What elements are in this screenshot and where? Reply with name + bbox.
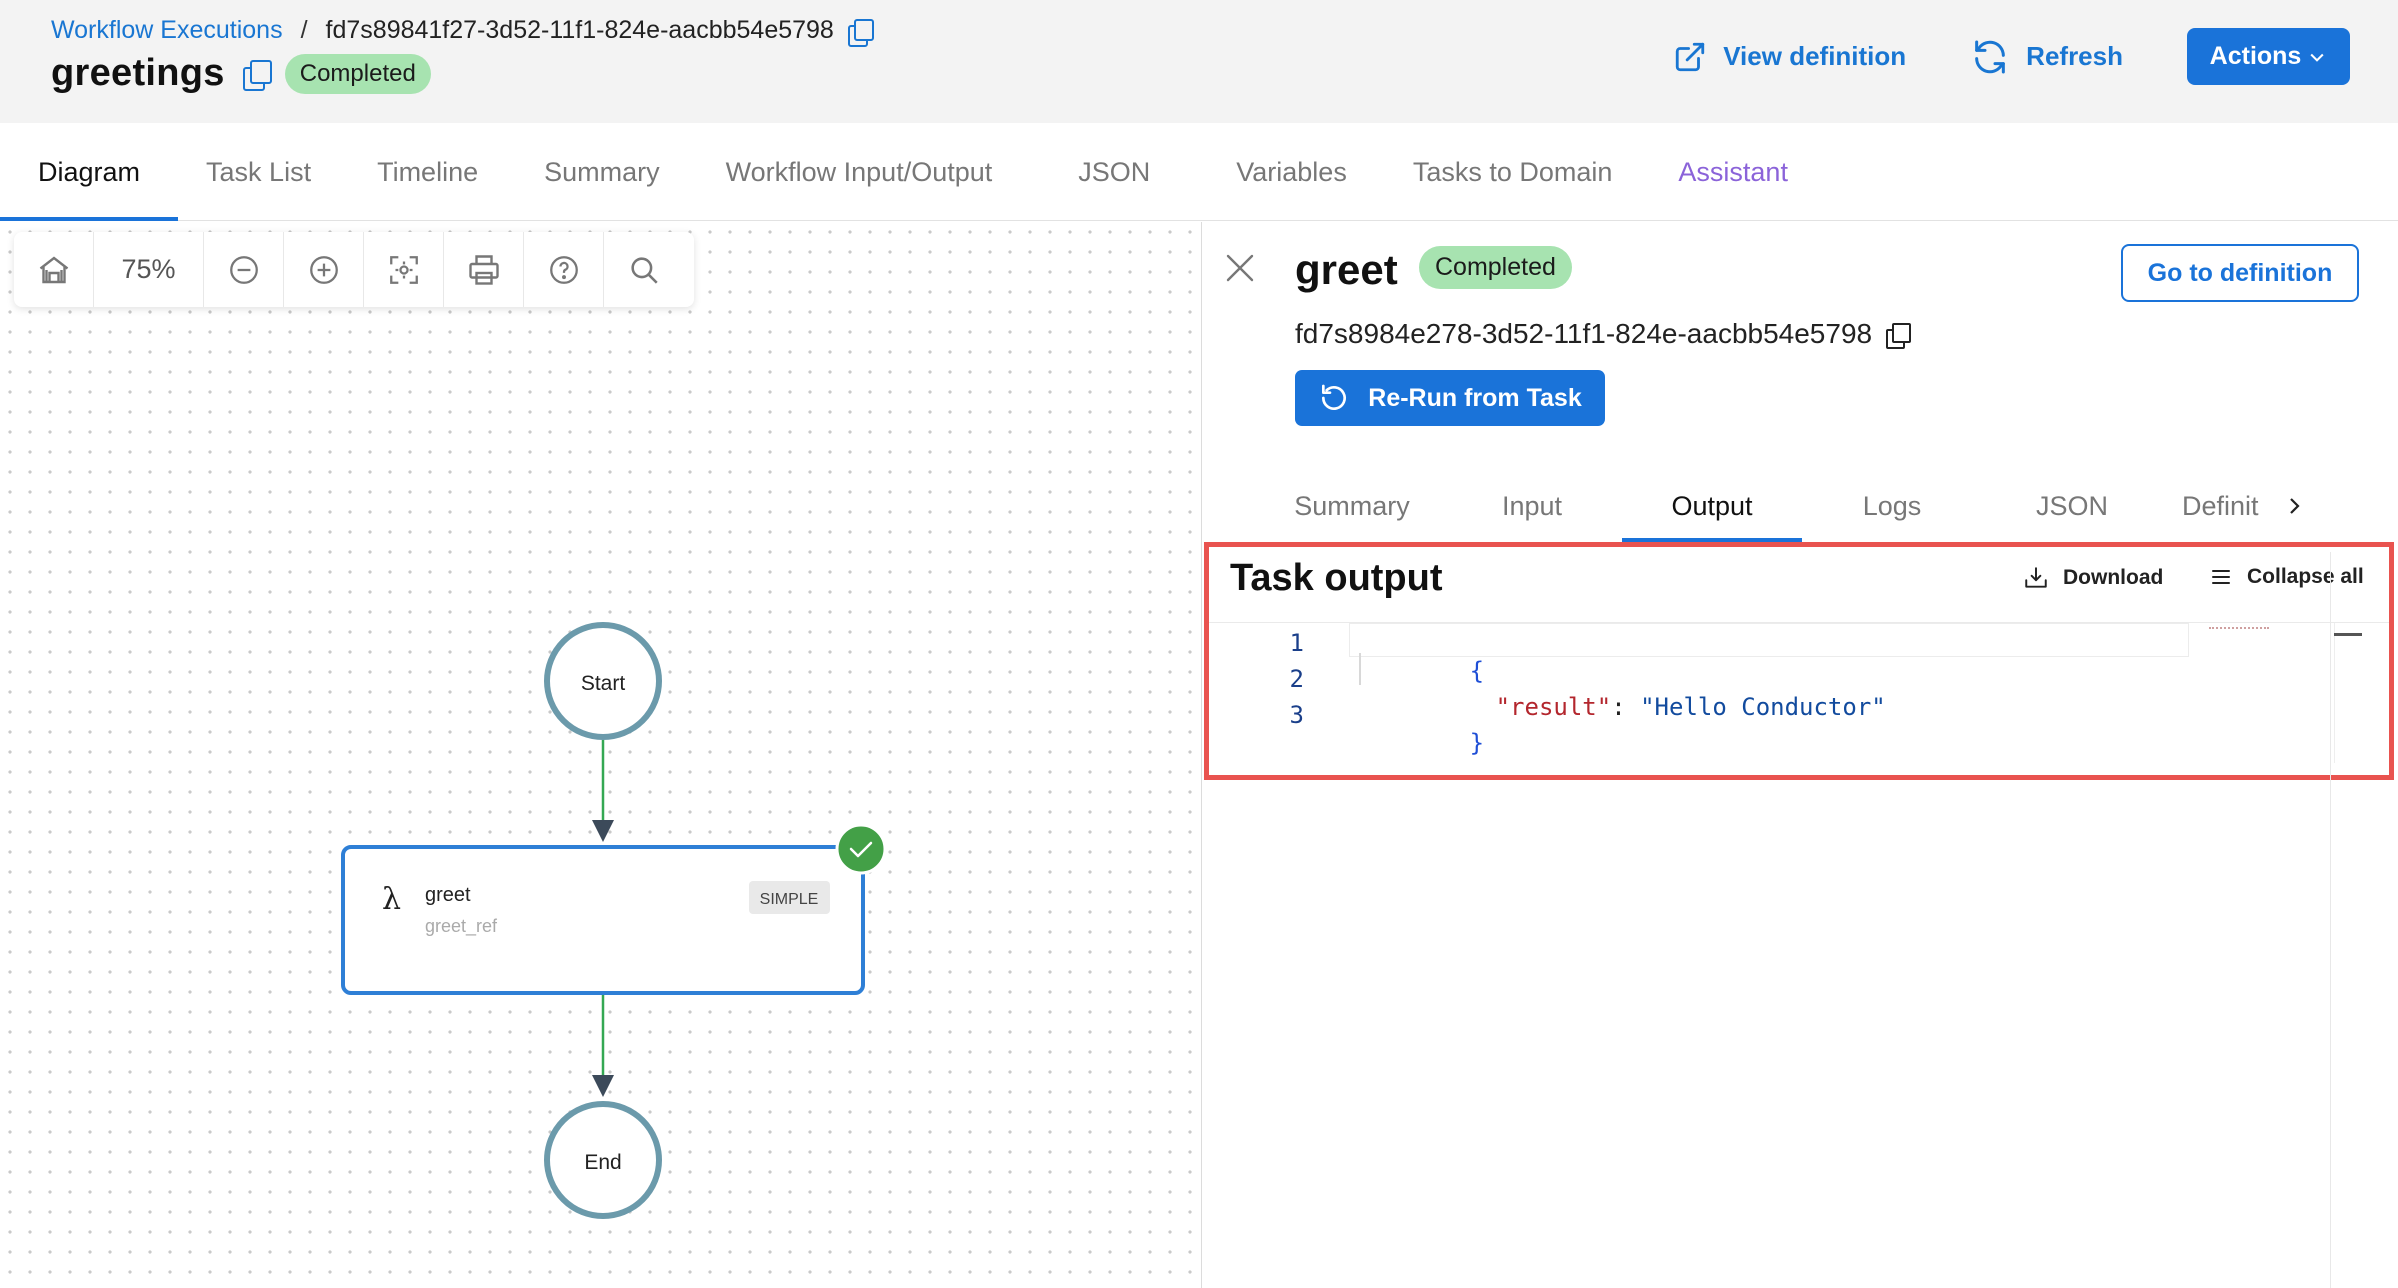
line-number: 3	[1289, 701, 1304, 729]
external-link-icon	[1676, 42, 1705, 71]
breadcrumb: Workflow Executions / fd7s89841f27-3d52-…	[51, 16, 874, 47]
view-definition-label: View definition	[1723, 41, 1907, 71]
download-button[interactable]: Download	[2023, 565, 2163, 591]
tab-timeline[interactable]: Timeline	[377, 123, 478, 221]
go-to-definition-button[interactable]: Go to definition	[2121, 244, 2359, 302]
page-header: Workflow Executions / fd7s89841f27-3d52-…	[0, 0, 2398, 123]
copy-icon[interactable]	[846, 18, 874, 47]
task-title: greet	[1295, 246, 1398, 293]
task-detail-panel: greet Completed Go to definition fd7s898…	[1201, 222, 2398, 1288]
rerun-from-task-button[interactable]: Re-Run from Task	[1295, 370, 1605, 426]
menu-lines-icon	[2212, 570, 2230, 584]
task-id-row: fd7s8984e278-3d52-11f1-824e-aacbb54e5798	[1295, 318, 1912, 350]
refresh-button[interactable]: Refresh	[1970, 37, 2123, 77]
subtab-summary[interactable]: Summary	[1262, 470, 1442, 542]
code-scrollbar-thumb[interactable]	[2334, 633, 2362, 636]
chevron-down-icon	[2310, 53, 2324, 62]
tab-diagram[interactable]: Diagram	[0, 123, 179, 221]
header-actions: View definition Refresh Actions	[1673, 28, 2350, 85]
task-node-name: greet	[425, 884, 471, 906]
json-colon: :	[1611, 693, 1641, 721]
panel-scrollbar-track[interactable]	[2330, 552, 2331, 1288]
task-detail-tabs: Summary Input Output Logs JSON Definit	[1262, 470, 2372, 542]
task-output-section: Task output Download Collapse all 1 2 3 …	[1204, 542, 2394, 780]
tab-task-list[interactable]: Task List	[206, 123, 311, 221]
check-icon	[835, 823, 887, 875]
status-badge: Completed	[284, 53, 431, 94]
edge-arrow-head	[592, 820, 614, 842]
tab-variables[interactable]: Variables	[1236, 123, 1347, 221]
workflow-graph: Start λ greet greet_ref SIMPLE End	[341, 622, 887, 1219]
copy-icon[interactable]	[1884, 320, 1912, 349]
subtab-logs[interactable]: Logs	[1802, 470, 1982, 542]
task-output-title: Task output	[1230, 557, 1443, 599]
status-badge: Completed	[1419, 246, 1572, 289]
breadcrumb-separator: /	[300, 16, 308, 44]
copy-icon[interactable]	[241, 59, 272, 91]
json-code-viewer[interactable]: 1 2 3 { "result": "Hello Conductor" }	[1209, 622, 2389, 772]
refresh-icon	[1975, 40, 2006, 73]
line-number: 1	[1289, 629, 1304, 657]
tab-json[interactable]: JSON	[1078, 123, 1150, 221]
subtab-definition[interactable]: Definit	[2162, 470, 2274, 542]
view-definition-button[interactable]: View definition	[1673, 40, 1906, 74]
end-node[interactable]: End	[544, 1101, 662, 1219]
diagram-canvas[interactable]: 75% Start λ greet greet_ref SIMPLE End	[0, 222, 1201, 1288]
rerun-icon	[1322, 384, 1347, 410]
subtab-output[interactable]: Output	[1622, 470, 1802, 542]
actions-label: Actions	[2209, 42, 2302, 70]
actions-menu-button[interactable]: Actions	[2187, 28, 2350, 85]
tab-tasks-to-domain[interactable]: Tasks to Domain	[1413, 123, 1613, 221]
start-node[interactable]: Start	[544, 622, 662, 740]
code-line: }	[1354, 701, 1484, 785]
line-number: 2	[1289, 665, 1304, 693]
json-close-brace: }	[1469, 729, 1485, 757]
code-scrollbar-track	[2334, 623, 2335, 763]
workflow-name: greetings	[51, 52, 225, 94]
task-id: fd7s8984e278-3d52-11f1-824e-aacbb54e5798	[1295, 318, 1873, 349]
collapse-all-button[interactable]: Collapse all	[2209, 565, 2364, 589]
close-icon[interactable]	[1222, 250, 1258, 286]
collapse-all-label: Collapse all	[2247, 565, 2364, 588]
task-type-label: SIMPLE	[760, 891, 819, 908]
download-icon	[2025, 567, 2047, 588]
task-node-ref: greet_ref	[425, 916, 498, 937]
tab-workflow-input-output[interactable]: Workflow Input/Output	[726, 123, 993, 221]
breadcrumb-execution-id: fd7s89841f27-3d52-11f1-824e-aacbb54e5798	[325, 16, 834, 44]
code-minimap	[2209, 627, 2269, 635]
breadcrumb-workflow-executions-link[interactable]: Workflow Executions	[51, 16, 283, 45]
refresh-label: Refresh	[2026, 41, 2123, 71]
start-node-label: Start	[581, 672, 626, 695]
rerun-label: Re-Run from Task	[1368, 383, 1582, 412]
json-key: "result"	[1495, 693, 1612, 721]
end-node-label: End	[584, 1151, 621, 1174]
workflow-title-row: greetings Completed	[51, 52, 431, 95]
task-type-glyph: λ	[382, 882, 401, 917]
task-node-greet[interactable]: λ greet greet_ref SIMPLE	[341, 845, 865, 995]
subtab-json[interactable]: JSON	[1982, 470, 2162, 542]
main-tab-bar: Diagram Task List Timeline Summary Workf…	[0, 123, 2398, 221]
download-label: Download	[2063, 566, 2164, 589]
chevron-right-icon	[2290, 498, 2300, 514]
subtab-input[interactable]: Input	[1442, 470, 1622, 542]
json-value: "Hello Conductor"	[1640, 693, 1886, 721]
tabs-scroll-next[interactable]	[2274, 470, 2314, 542]
edge-arrow-head	[592, 1075, 614, 1097]
tab-summary[interactable]: Summary	[544, 123, 660, 221]
tab-assistant[interactable]: Assistant	[1678, 123, 1788, 221]
